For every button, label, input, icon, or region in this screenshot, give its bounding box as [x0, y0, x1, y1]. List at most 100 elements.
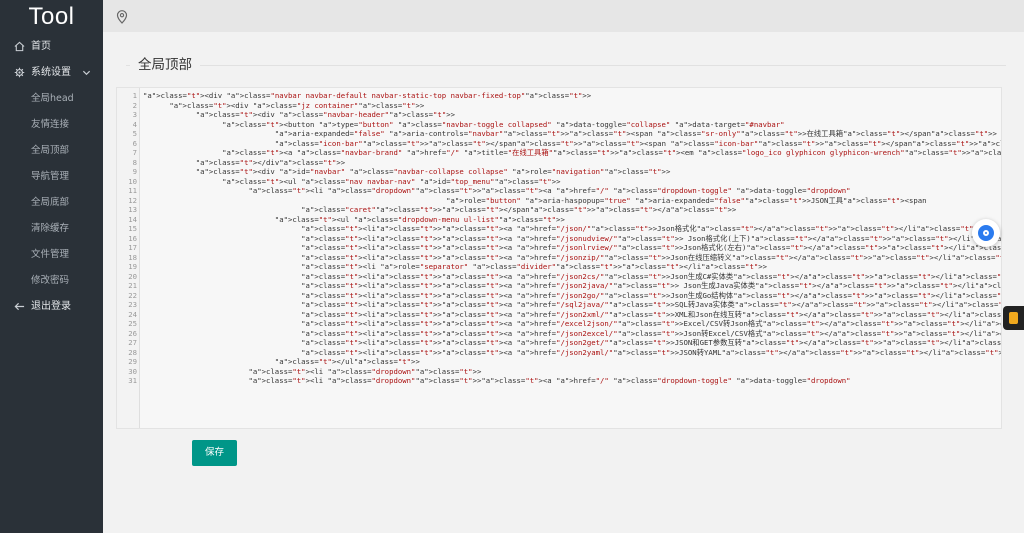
code-text: "a">class="t"><li"a">class="t">>"a">clas…: [301, 281, 1002, 290]
code-text: "a">class="t"><li"a">class="t">>"a">clas…: [301, 271, 1002, 281]
code-line: 17 "a">class="t"><li"a">class="t">>"a">c…: [117, 243, 1001, 253]
code-text: "a">class="t"><li"a">class="t">>"a">clas…: [301, 309, 1002, 319]
line-number: 6: [132, 138, 137, 148]
sidebar-subitem-global-footer[interactable]: 全局底部: [0, 190, 103, 216]
sidebar-item-home[interactable]: 首页: [0, 34, 103, 60]
code-text: "a">class="t"><li"a">class="t">>"a">clas…: [301, 347, 1001, 357]
code-text: "a">aria-expanded="false" "a">aria-contr…: [274, 129, 1002, 138]
sidebar-subitem-clear-cache[interactable]: 清除缓存: [0, 216, 103, 242]
line-number: 4: [132, 119, 137, 129]
save-button[interactable]: 保存: [192, 440, 237, 466]
code-line: 3 "a">class="t"><div "a">class="navbar-h…: [117, 110, 1001, 120]
line-number: 18: [128, 252, 137, 262]
line-number: 30: [128, 366, 137, 376]
code-text: "a">class="t"><li"a">class="t">>"a">clas…: [301, 224, 982, 233]
code-text: "a">class="t"><a "a">class="navbar-brand…: [222, 148, 1002, 157]
code-text: "a">class="t"><ul "a">class="nav navbar-…: [222, 176, 561, 186]
line-number: 16: [128, 233, 137, 243]
line-number: 26: [128, 328, 137, 338]
sidebar-item-label: 系统设置: [31, 67, 71, 78]
line-number: 1: [132, 91, 137, 100]
code-text: "a">class="t"><button "a">type="button" …: [222, 119, 785, 129]
line-number: 13: [128, 205, 137, 214]
sidebar-subitem-friend-links[interactable]: 友情连接: [0, 112, 103, 138]
code-line: 6 "a">class="icon-bar""a">class="t">>"a"…: [117, 139, 1001, 149]
code-text: "a">class="t"><ul "a">class="dropdown-me…: [274, 214, 565, 224]
battery-icon[interactable]: [1003, 306, 1024, 330]
line-number: 11: [128, 186, 137, 195]
code-text: "a">class="t"><li"a">class="t">>"a">clas…: [301, 290, 1002, 300]
top-bar: [103, 0, 1024, 32]
line-number: 17: [128, 243, 137, 252]
line-number: 12: [128, 195, 137, 205]
code-text: "a">class="t"><li "a">class="dropdown""a…: [248, 376, 851, 385]
code-line: 16 "a">class="t"><li"a">class="t">>"a">c…: [117, 234, 1001, 244]
code-text: "a">class="t"></ul"a">class="t">>: [274, 357, 420, 366]
code-text: "a">role="button" "a">aria-haspopup="tru…: [446, 195, 927, 205]
code-line: 14 "a">class="t"><ul "a">class="dropdown…: [117, 215, 1001, 225]
line-number: 19: [128, 262, 137, 271]
code-line: 9 "a">class="t"><div "a">id="navbar" "a"…: [117, 167, 1001, 177]
code-text: "a">class="caret""a">class="t">>"a">clas…: [301, 205, 737, 214]
code-line: 18 "a">class="t"><li"a">class="t">>"a">c…: [117, 253, 1001, 263]
code-text: "a">class="t"><div "a">class="jz contain…: [169, 100, 425, 110]
line-number: 9: [132, 167, 137, 176]
line-number: 28: [128, 347, 137, 357]
code-line: 23 "a">class="t"><li"a">class="t">>"a">c…: [117, 300, 1001, 310]
code-line: 20 "a">class="t"><li"a">class="t">>"a">c…: [117, 272, 1001, 282]
code-line: 12 "a">role="button" "a">aria-haspopup="…: [117, 196, 1001, 206]
main-content: 全局顶部 1 "a">class="t"><div "a">class="navb…: [103, 32, 1024, 533]
sidebar-subitem-change-password[interactable]: 修改密码: [0, 268, 103, 294]
code-text: "a">class="t"><div "a">class="navbar-hea…: [195, 110, 456, 119]
code-line: 11 "a">class="t"><li "a">class="dropdown…: [117, 186, 1001, 196]
chevron-down-icon: [82, 60, 91, 88]
code-line: 21 "a">class="t"><li"a">class="t">>"a">c…: [117, 281, 1001, 291]
code-text: "a">class="t"><li"a">class="t">>"a">clas…: [301, 338, 1002, 347]
code-text: "a">class="t"><div "a">class="navbar nav…: [143, 91, 592, 100]
code-text: "a">class="t"><li"a">class="t">>"a">clas…: [301, 328, 1001, 338]
code-text: "a">class="t"><div "a">id="navbar" "a">c…: [195, 167, 671, 176]
code-text: "a">class="t"><li "a">class="dropdown""a…: [248, 186, 851, 195]
sidebar-item-label: 首页: [31, 41, 51, 52]
code-line: 19 "a">class="t"><li "a">role="separator…: [117, 262, 1001, 272]
code-line: 29 "a">class="t"></ul"a">class="t">>: [117, 357, 1001, 367]
code-line: 10 "a">class="t"><ul "a">class="nav navb…: [117, 177, 1001, 187]
code-line: 27 "a">class="t"><li"a">class="t">>"a">c…: [117, 338, 1001, 348]
code-editor[interactable]: 1 "a">class="t"><div "a">class="navbar na…: [116, 87, 1002, 429]
sidebar-subitem-nav-manage[interactable]: 导航管理: [0, 164, 103, 190]
line-number: 22: [128, 290, 137, 300]
line-number: 8: [132, 157, 137, 167]
code-line: 5 "a">aria-expanded="false" "a">aria-con…: [117, 129, 1001, 139]
gear-icon: [12, 60, 26, 88]
line-number: 29: [128, 357, 137, 366]
app-logo[interactable]: Tool: [0, 0, 103, 34]
code-text: "a">class="icon-bar""a">class="t">>"a">c…: [274, 138, 1001, 148]
code-text: "a">class="t"><li"a">class="t">>"a">clas…: [301, 319, 1001, 328]
code-line: 30 "a">class="t"><li "a">class="dropdown…: [117, 367, 1001, 377]
code-line: 4 "a">class="t"><button "a">type="button…: [117, 120, 1001, 130]
code-line: 28 "a">class="t"><li"a">class="t">>"a">c…: [117, 348, 1001, 358]
line-number: 21: [128, 281, 137, 290]
line-number: 2: [132, 100, 137, 110]
sidebar-subitem-global-head[interactable]: 全局head: [0, 86, 103, 112]
code-line: 24 "a">class="t"><li"a">class="t">>"a">c…: [117, 310, 1001, 320]
location-pin-icon[interactable]: [116, 9, 128, 24]
code-line: 31 "a">class="t"><li "a">class="dropdown…: [117, 376, 1001, 386]
sidebar-item-logout[interactable]: 退出登录: [0, 294, 103, 320]
line-number: 20: [128, 271, 137, 281]
sidebar-subitem-global-top[interactable]: 全局顶部: [0, 138, 103, 164]
code-line: 13 "a">class="caret""a">class="t">>"a">c…: [117, 205, 1001, 215]
line-number: 3: [132, 110, 137, 119]
code-line: 22 "a">class="t"><li"a">class="t">>"a">c…: [117, 291, 1001, 301]
line-number: 27: [128, 338, 137, 347]
code-line: 15 "a">class="t"><li"a">class="t">>"a">c…: [117, 224, 1001, 234]
chat-bubble-icon[interactable]: [972, 219, 1000, 247]
sidebar-item-system-settings[interactable]: 系统设置: [0, 60, 103, 86]
code-line: 26 "a">class="t"><li"a">class="t">>"a">c…: [117, 329, 1001, 339]
code-text: "a">class="t"></div"a">class="t">>: [195, 157, 346, 167]
code-text: "a">class="t"><li"a">class="t">>"a">clas…: [301, 243, 1002, 252]
sidebar-subitem-file-manage[interactable]: 文件管理: [0, 242, 103, 268]
code-text: "a">class="t"><li "a">class="dropdown""a…: [248, 366, 482, 376]
code-line: 25 "a">class="t"><li"a">class="t">>"a">c…: [117, 319, 1001, 329]
code-text: "a">class="t"><li "a">role="separator" "…: [301, 262, 768, 271]
